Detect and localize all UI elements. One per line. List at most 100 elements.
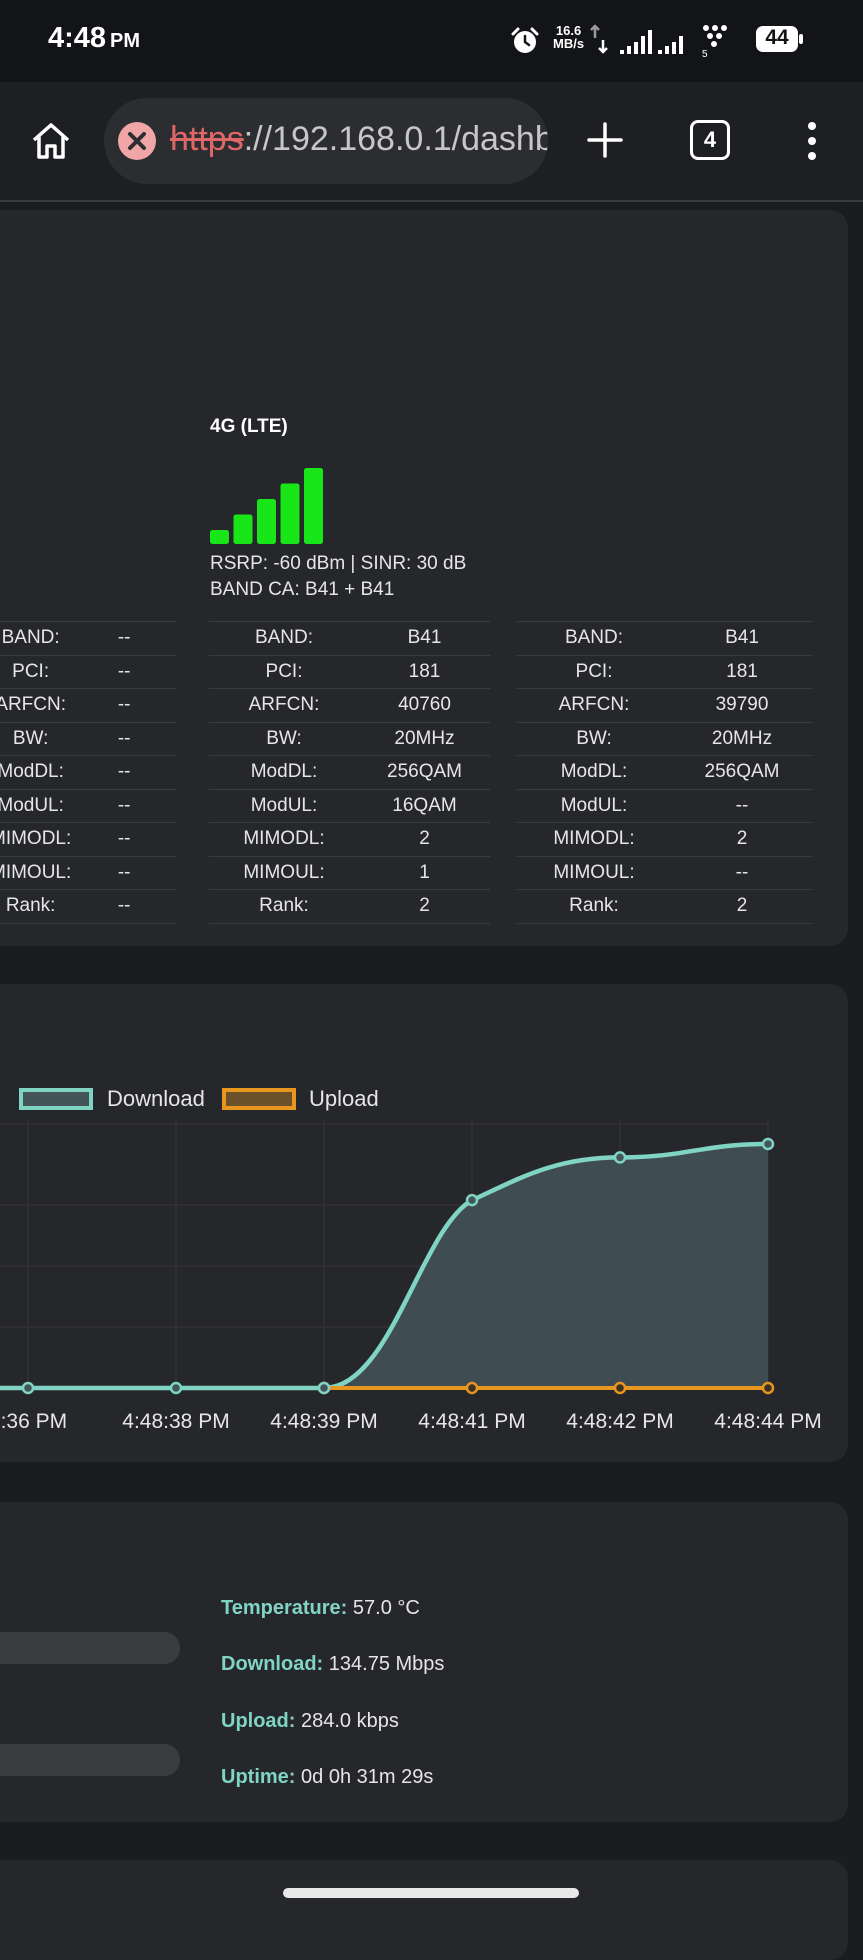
band-table-row: ModUL: -- [0, 788, 177, 823]
tabs-icon[interactable]: 4 [690, 120, 730, 160]
band-param-label: ModDL: [209, 755, 359, 789]
x-axis-tick-label: 8:36 PM [0, 1410, 67, 1433]
next-card [0, 1860, 848, 1960]
upload-data-point [613, 1381, 627, 1395]
band-param-label: MIMOUL: [517, 855, 671, 890]
band-param-value: -- [71, 788, 177, 823]
band-param-label: ARFCN: [517, 688, 671, 722]
download-data-point [21, 1381, 35, 1395]
tab-count: 4 [703, 127, 717, 152]
band-param-label: ARFCN: [209, 688, 359, 722]
stat-uptime: Uptime: 0d 0h 31m 29s [221, 1766, 433, 1789]
band-table-row: ARFCN: 40760 [209, 688, 490, 722]
band-param-label: ModDL: [517, 755, 671, 789]
band-table-row: MIMOUL:-- [517, 855, 813, 890]
band-table-row: Rank: -- [0, 889, 177, 924]
gesture-home-indicator[interactable] [283, 1888, 579, 1898]
band-table-row: BW: -- [0, 721, 177, 756]
band-param-value: -- [71, 822, 177, 856]
stat-temperature-label: Temperature: [221, 1597, 348, 1619]
rsrp-sinr-line: RSRP: -60 dBm | SINR: 30 dB [210, 553, 467, 574]
band-param-label: ModDL: [0, 755, 72, 789]
band-param-value: 2 [671, 889, 813, 924]
stat-download: Download: 134.75 Mbps [221, 1653, 444, 1676]
band-table-row: Rank: 2 [517, 889, 813, 924]
browser-toolbar: https://192.168.0.1/dashb 4 [0, 82, 863, 202]
download-data-point [169, 1381, 183, 1395]
band-table-row: BAND: B41 [517, 621, 813, 655]
plus-icon[interactable] [583, 118, 627, 162]
band-table-row: ModUL: 16QAM [209, 788, 490, 823]
band-param-value: 181 [359, 654, 490, 689]
band-param-value: 20MHz [671, 721, 813, 756]
lte-signal-bars-icon [210, 468, 323, 544]
band-param-label: ARFCN: [0, 688, 72, 722]
band-param-value: 181 [671, 654, 813, 689]
wifi-5-icon: 5 [702, 25, 727, 58]
legend-swatch-download[interactable] [19, 1088, 93, 1110]
legend-swatch-upload[interactable] [222, 1088, 296, 1110]
throughput-chart: 8:36 PM 4:48:38 PM 4:48:39 PM 4:48:41 PM 4:4… [0, 1120, 822, 1433]
battery-icon: 44 [755, 25, 805, 53]
band-table-2: BAND: B41 PCI: 181 ARFCN: 40760 BW: 20MHz ModDL:… [209, 621, 490, 924]
status-bar: 4:48 PM 16.6 MB/s 5 44 [0, 0, 863, 82]
band-param-value: -- [71, 721, 177, 756]
signal-bar [233, 514, 253, 544]
legend-label-upload[interactable]: Upload [309, 1086, 379, 1112]
address-bar[interactable]: https://192.168.0.1/dashb [104, 98, 548, 184]
stat-upload-value: 284.0 kbps [301, 1710, 399, 1732]
band-table-row: MIMODL: 2 [209, 822, 490, 856]
band-param-value: B41 [671, 621, 813, 655]
band-param-value: -- [71, 855, 177, 890]
more-vert-icon[interactable] [800, 118, 824, 164]
band-param-value: -- [671, 855, 813, 890]
band-table-row: MIMOUL: 1 [209, 855, 490, 890]
x-axis-tick-label: 4:48:41 PM [418, 1410, 525, 1433]
band-param-value: -- [671, 788, 813, 823]
status-clock: 4:48 PM [48, 22, 140, 55]
band-param-value: 2 [359, 889, 490, 924]
band-param-value: -- [71, 889, 177, 924]
net-speed: 16.6 MB/s [553, 24, 584, 50]
signal-bar [257, 499, 276, 544]
band-ca-line: BAND CA: B41 + B41 [210, 579, 395, 600]
band-param-value: 16QAM [359, 788, 490, 823]
band-param-label: Rank: [517, 889, 671, 924]
band-param-label: MIMODL: [209, 822, 359, 856]
band-param-label: ModUL: [0, 788, 72, 823]
band-param-value: 40760 [359, 688, 490, 722]
svg-text:5: 5 [702, 49, 708, 58]
home-icon[interactable] [28, 118, 74, 164]
download-data-point [613, 1151, 627, 1164]
progress-bar-track [0, 1632, 180, 1664]
stat-upload-label: Upload: [221, 1710, 296, 1732]
upload-data-point [465, 1381, 479, 1395]
clock-ampm: PM [110, 30, 141, 52]
band-param-label: Rank: [209, 889, 359, 924]
clock-time: 4:48 [48, 22, 107, 54]
band-param-label: PCI: [0, 654, 72, 689]
net-speed-unit: MB/s [553, 36, 585, 51]
url-scheme: https [170, 120, 244, 158]
band-param-label: MIMOUL: [0, 855, 72, 890]
url-text[interactable]: https://192.168.0.1/dashb [170, 120, 548, 159]
band-param-value: B41 [359, 621, 490, 655]
band-table-1: BAND: -- PCI: -- ARFCN: -- BW: -- ModDL: -- ModUL:… [0, 621, 177, 924]
band-param-label: BW: [517, 721, 671, 756]
legend-label-download[interactable]: Download [107, 1086, 205, 1112]
x-axis-tick-label: 4:48:44 PM [714, 1410, 821, 1433]
battery-level: 44 [765, 26, 789, 49]
band-param-value: 2 [359, 822, 490, 856]
band-param-value: 256QAM [359, 755, 490, 789]
x-axis-tick-label: 4:48:42 PM [566, 1410, 673, 1433]
band-param-label: ModUL: [517, 788, 671, 823]
stat-download-label: Download: [221, 1653, 324, 1675]
not-secure-icon[interactable] [118, 122, 156, 160]
stat-upload: Upload: 284.0 kbps [221, 1710, 399, 1733]
signal-bar [280, 483, 300, 544]
band-param-value: 256QAM [671, 755, 813, 789]
band-table-row: MIMODL:-- [0, 822, 177, 856]
band-param-value: 2 [671, 822, 813, 856]
band-table-row: ModDL: 256QAM [209, 755, 490, 789]
band-table-row: PCI: -- [0, 654, 177, 689]
